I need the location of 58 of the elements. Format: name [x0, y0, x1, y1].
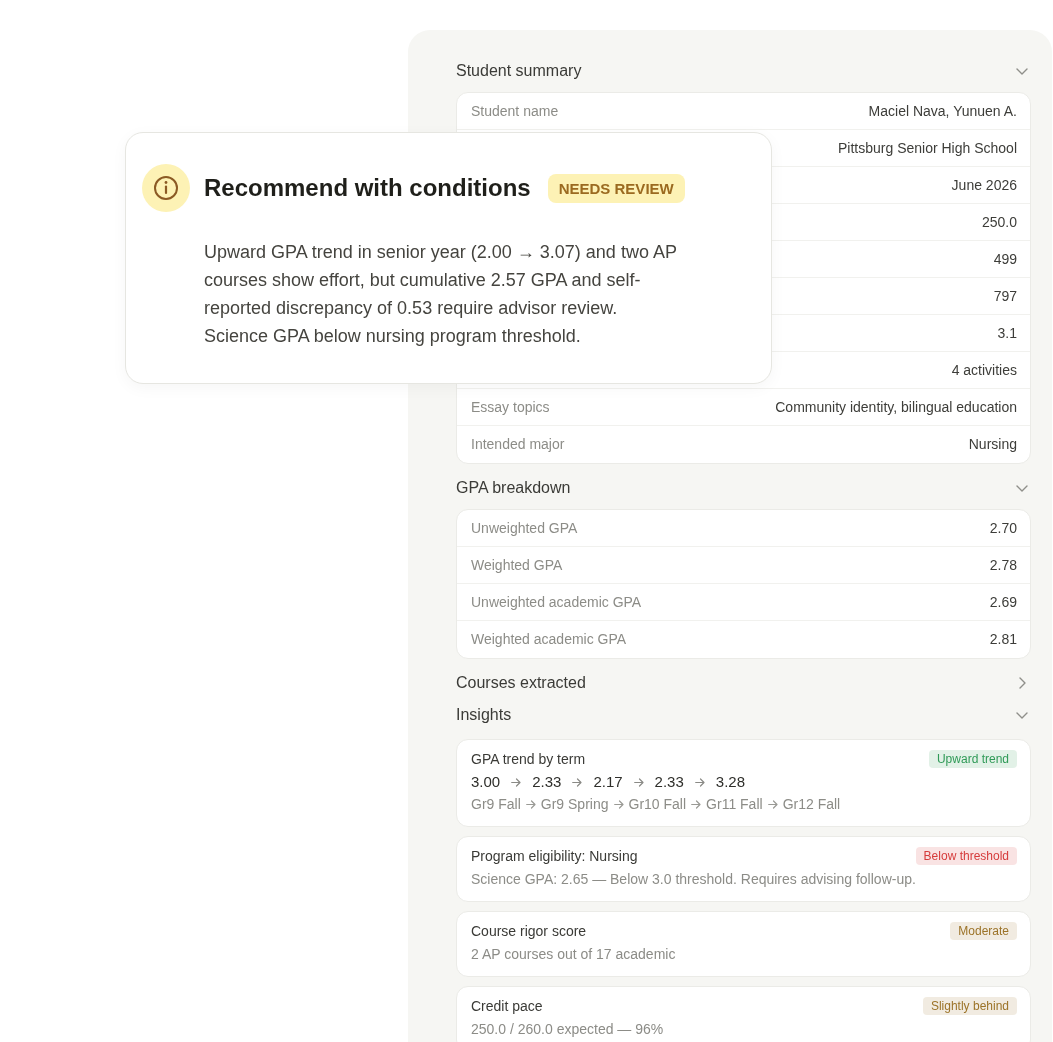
field-value: 3.1 — [997, 323, 1017, 343]
term-label: Gr11 Fall — [706, 795, 763, 813]
section-header[interactable]: Courses extracted — [456, 671, 1031, 695]
field-value: Maciel Nava, Yunuen A. — [868, 101, 1017, 121]
gpa-value: 3.28 — [715, 772, 745, 792]
field-value: 2.78 — [989, 555, 1017, 575]
field-label: Unweighted academic GPA — [471, 592, 642, 612]
section-header[interactable]: Insights — [456, 703, 1031, 727]
arrow-right-icon — [691, 799, 702, 809]
field-value: June 2026 — [951, 175, 1017, 195]
field-value: 4 activities — [951, 360, 1017, 380]
term-label: Gr9 Spring — [540, 795, 609, 813]
review-badge: NEEDS REVIEW — [547, 173, 685, 203]
arrow-right-icon — [511, 777, 522, 787]
insight-title: Program eligibility: Nursing — [471, 847, 638, 865]
term-label: Gr12 Fall — [782, 795, 841, 813]
gpa-value: 2.17 — [593, 772, 623, 792]
status-badge: Moderate — [950, 922, 1017, 940]
field-label: Student name — [471, 101, 559, 121]
field-value: Community identity, bilingual education — [775, 397, 1017, 417]
info-icon — [142, 164, 190, 212]
gpa-value: 2.33 — [532, 772, 562, 792]
insight-title: GPA trend by term — [471, 750, 586, 768]
field-label: Essay topics — [471, 397, 550, 417]
field-label: Weighted GPA — [471, 555, 563, 575]
field-label: Weighted academic GPA — [471, 630, 627, 649]
gpa-value: 3.00 — [471, 772, 501, 792]
field-value: 2.81 — [989, 630, 1017, 649]
arrow-right-icon — [572, 777, 583, 787]
insight-title: Course rigor score — [471, 922, 587, 940]
insight-detail: Science GPA: 2.65 — Below 3.0 threshold. Requires advising follow-up. — [471, 870, 917, 888]
section-header[interactable]: GPA breakdown — [456, 476, 1031, 500]
arrow-right-icon — [767, 799, 778, 809]
arrow-right-icon — [525, 799, 536, 809]
status-badge: Slightly behind — [922, 997, 1017, 1015]
field-label: Unweighted GPA — [471, 518, 578, 538]
term-label: Gr9 Fall — [471, 795, 521, 813]
gpa-value: 2.33 — [654, 772, 684, 792]
recommendation-title: Recommend with conditions — [204, 173, 531, 203]
recommendation-summary: Upward GPA trend in senior year (2.00 → 3.07) and two AP courses show effort, but cumulative 2.57 GPA and self-reported discrepancy of 0.53 require advisor review. Science GPA below nursing program threshold. — [204, 241, 678, 348]
arrow-right-icon — [694, 777, 705, 787]
status-badge: Below threshold — [915, 847, 1017, 865]
field-value: 499 — [993, 249, 1017, 269]
term-label: Gr10 Fall — [628, 795, 687, 813]
section-header[interactable]: Student summary — [456, 59, 1031, 83]
field-value: Nursing — [968, 435, 1017, 454]
insight-detail: 2 AP courses out of 17 academic — [471, 945, 677, 963]
field-value: 2.70 — [989, 518, 1017, 538]
field-label: Intended major — [471, 435, 565, 454]
insight-detail: 250.0 / 260.0 expected — 96% — [471, 1020, 665, 1038]
insight-title: Credit pace — [471, 997, 543, 1015]
field-value: 797 — [993, 286, 1017, 306]
status-badge: Upward trend — [928, 750, 1017, 768]
field-value: Pittsburg Senior High School — [838, 138, 1017, 158]
field-value: 250.0 — [981, 212, 1017, 232]
field-value: 2.69 — [989, 592, 1017, 612]
arrow-right-icon — [613, 799, 624, 809]
arrow-right-icon — [633, 777, 644, 787]
